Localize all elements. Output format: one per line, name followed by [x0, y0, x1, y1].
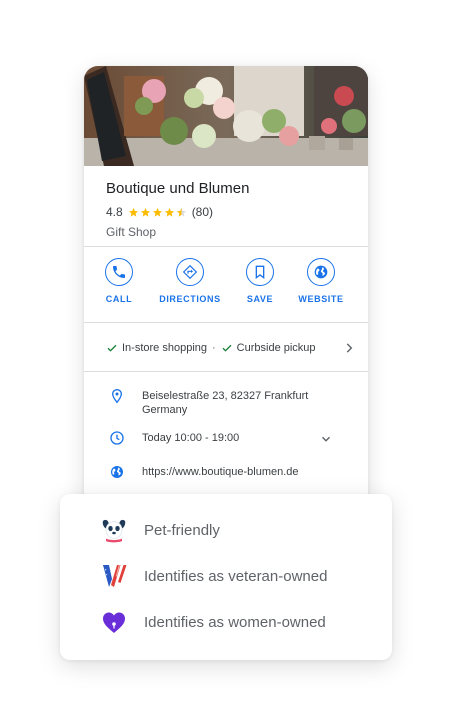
address-line-1: Beiselestraße 23, 82327 Frankfurt [142, 390, 309, 402]
service-options[interactable]: In-store shopping · Curbside pickup [106, 339, 356, 357]
review-count[interactable]: (80) [192, 205, 213, 219]
pet-friendly-icon [102, 519, 126, 543]
hours-row[interactable]: Today 10:00 - 19:00 [106, 430, 356, 448]
address-line-2: Germany [142, 404, 188, 416]
women-owned-icon [103, 612, 125, 633]
divider [84, 322, 368, 323]
separator-dot: · [212, 342, 216, 354]
globe-icon [314, 265, 328, 279]
chevron-right-icon[interactable] [342, 341, 356, 355]
star-icon [140, 207, 150, 217]
attribute-women-owned: Identifies as women-owned [100, 608, 380, 636]
directions-button[interactable]: DIRECTIONS [150, 258, 230, 304]
divider [84, 246, 368, 247]
check-icon [222, 344, 232, 352]
bookmark-icon [255, 265, 265, 279]
service-curbside: Curbside pickup [236, 342, 316, 354]
attribute-label: Identifies as veteran-owned [144, 568, 328, 585]
clock-icon [110, 431, 124, 445]
place-category[interactable]: Gift Shop [106, 225, 356, 239]
attribute-label: Pet-friendly [144, 522, 220, 539]
action-row: CALL DIRECTIONS SAVE WEBSITE [84, 258, 368, 314]
rating-stars [128, 207, 188, 218]
attributes-card: Pet-friendly Identifies as veteran-owned… [60, 494, 392, 660]
website-url: https://www.boutique-blumen.de [142, 466, 299, 478]
rating-row[interactable]: 4.8 (80) [106, 204, 356, 220]
directions-label: DIRECTIONS [159, 294, 221, 304]
star-icon [152, 207, 162, 217]
address-row[interactable]: Beiselestraße 23, 82327 Frankfurt German… [106, 388, 356, 418]
globe-icon [111, 466, 123, 478]
star-icon [164, 207, 174, 217]
website-label: WEBSITE [298, 294, 344, 304]
star-icon [128, 207, 138, 217]
attribute-pet-friendly: Pet-friendly [100, 516, 380, 544]
check-icon [107, 344, 117, 352]
phone-icon [113, 266, 125, 278]
star-half-icon [176, 207, 186, 217]
website-row[interactable]: https://www.boutique-blumen.de [106, 464, 356, 482]
rating-value: 4.8 [106, 205, 123, 219]
hours-text: Today 10:00 - 19:00 [142, 432, 240, 444]
location-pin-icon [111, 388, 123, 404]
chevron-down-icon[interactable] [319, 432, 333, 446]
divider [84, 371, 368, 372]
veteran-owned-icon [103, 565, 127, 587]
directions-icon [182, 264, 198, 280]
place-photo[interactable] [84, 66, 368, 166]
attribute-label: Identifies as women-owned [144, 614, 326, 631]
website-button[interactable]: WEBSITE [281, 258, 361, 304]
place-name: Boutique und Blumen [106, 180, 250, 197]
call-button[interactable]: CALL [84, 258, 159, 304]
service-in-store: In-store shopping [122, 342, 207, 354]
place-info: Boutique und Blumen 4.8 (80) Gift Shop [106, 180, 356, 239]
call-label: CALL [105, 294, 133, 304]
place-card: Boutique und Blumen 4.8 (80) Gift Shop C… [84, 66, 368, 536]
attribute-veteran-owned: Identifies as veteran-owned [100, 562, 380, 590]
